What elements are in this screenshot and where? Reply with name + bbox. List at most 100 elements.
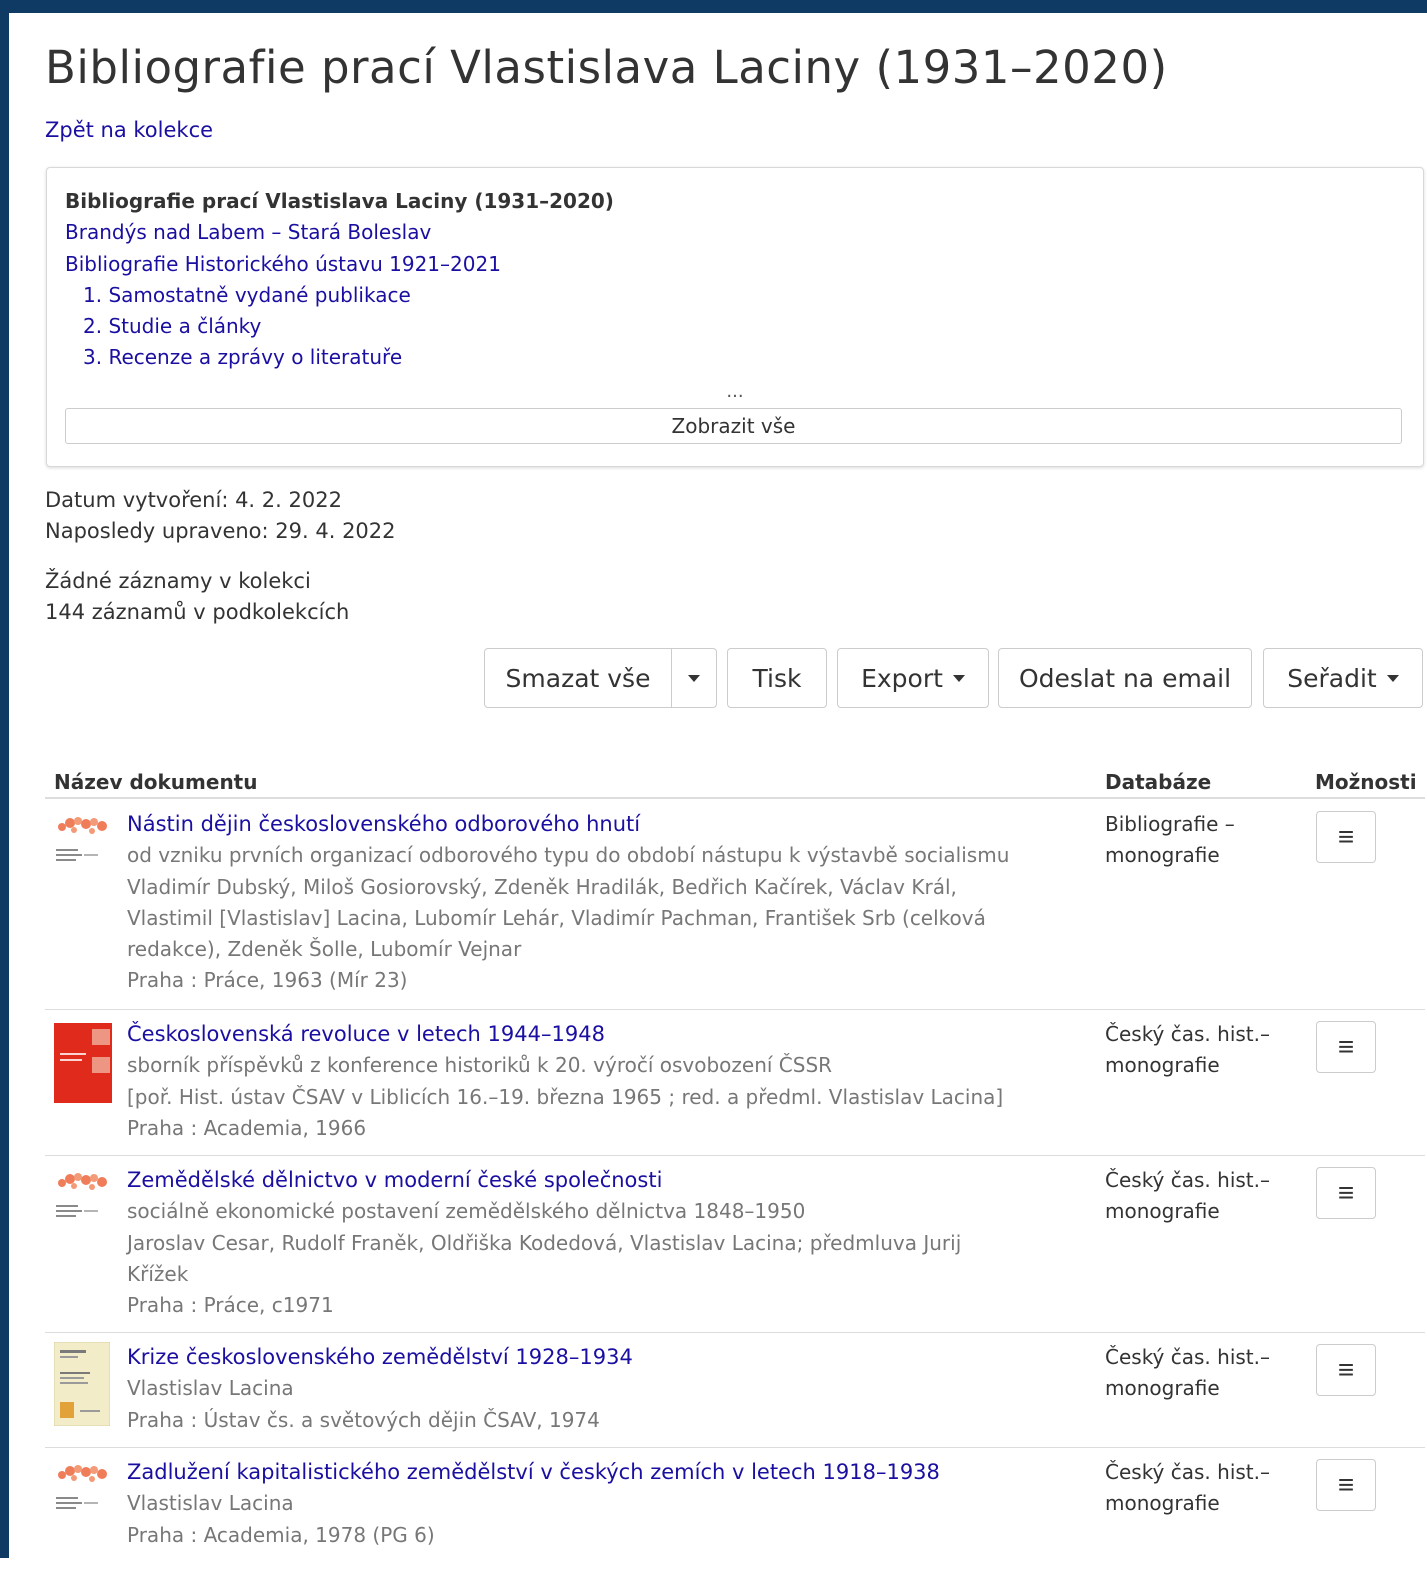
- record-options-menu-button[interactable]: ≡: [1316, 1167, 1376, 1219]
- record-title-link[interactable]: Krize československého zemědělství 1928–…: [127, 1345, 633, 1369]
- database-line: Český čas. hist.–: [1105, 1168, 1270, 1192]
- record-detail-line: Praha : Práce, 1963 (Mír 23): [127, 968, 408, 993]
- created-date: Datum vytvoření: 4. 2. 2022: [45, 488, 342, 512]
- caret-down-icon: [952, 674, 965, 682]
- tree-parent-brandys[interactable]: Brandýs nad Labem – Stará Boleslav: [65, 220, 431, 244]
- caret-down-icon: [1386, 674, 1399, 682]
- hamburger-menu-icon: ≡: [1337, 1469, 1355, 1500]
- record-database: Český čas. hist.– monografie: [1105, 1165, 1270, 1228]
- tree-child-label[interactable]: Samostatně vydané publikace: [108, 283, 410, 307]
- record-options-menu-button[interactable]: ≡: [1316, 1021, 1376, 1073]
- window-frame-left: [0, 0, 9, 1558]
- record-title-link[interactable]: Zadlužení kapitalistického zemědělství v…: [127, 1460, 940, 1484]
- collection-tree: Bibliografie prací Vlastislava Laciny (1…: [65, 186, 614, 374]
- record-detail-line: redakce), Zdeněk Šolle, Lubomír Vejnar: [127, 937, 522, 962]
- sort-label: Seřadit: [1287, 663, 1377, 693]
- results-table-header: Název dokumentu Databáze Možnosti: [45, 755, 1425, 799]
- record-detail-line: Vlastimil [Vlastislav] Lacina, Lubomír L…: [127, 905, 986, 930]
- book-cover-thumbnail[interactable]: [53, 1341, 111, 1427]
- tree-parent-bibliografie-hu[interactable]: Bibliografie Historického ústavu 1921–20…: [65, 252, 501, 276]
- database-line: monografie: [1105, 1376, 1220, 1401]
- database-line: Český čas. hist.–: [1105, 1460, 1270, 1484]
- column-header-title: Název dokumentu: [54, 770, 258, 794]
- tree-child-number: 3.: [83, 345, 103, 370]
- column-header-options: Možnosti: [1315, 770, 1417, 794]
- database-line: monografie: [1105, 1053, 1220, 1078]
- record-detail-line: Vlastislav Lacina: [127, 1376, 294, 1401]
- record-detail-line: [poř. Hist. ústav ČSAV v Liblicích 16.–1…: [127, 1084, 1004, 1109]
- hamburger-menu-icon: ≡: [1337, 821, 1355, 852]
- record-detail-line: Vlastislav Lacina: [127, 1491, 294, 1516]
- record-detail-line: Jaroslav Cesar, Rudolf Franěk, Oldřiška …: [127, 1230, 962, 1255]
- record-title-line: Nástin dějin československého odborového…: [127, 809, 1009, 840]
- table-row: Nástin dějin československého odborového…: [45, 799, 1425, 1010]
- tree-child-1[interactable]: 1. Samostatně vydané publikace: [65, 280, 614, 311]
- record-title-line: Zemědělské dělnictvo v moderní české spo…: [127, 1165, 961, 1196]
- tree-child-3[interactable]: 3. Recenze a zprávy o literatuře: [65, 342, 614, 373]
- record-database: Bibliografie – monografie: [1105, 809, 1235, 872]
- tree-child-2[interactable]: 2. Studie a články: [65, 311, 614, 342]
- library-logo-icon[interactable]: [54, 1169, 112, 1231]
- export-label: Export: [861, 663, 943, 693]
- show-all-button[interactable]: Zobrazit vše: [65, 408, 1402, 444]
- tree-current-collection: Bibliografie prací Vlastislava Laciny (1…: [65, 189, 614, 213]
- record-title-link[interactable]: Československá revoluce v letech 1944–19…: [127, 1022, 605, 1046]
- tree-child-number: 2.: [83, 314, 103, 339]
- window-frame-top: [0, 0, 1427, 13]
- library-logo-icon[interactable]: [54, 813, 112, 875]
- page-title: Bibliografie prací Vlastislava Laciny (1…: [45, 41, 1168, 94]
- record-detail-line: sociálně ekonomické postavení zemědělské…: [127, 1199, 806, 1224]
- record-options-menu-button[interactable]: ≡: [1316, 1344, 1376, 1396]
- database-line: monografie: [1105, 1199, 1220, 1224]
- library-logo-icon[interactable]: [54, 1461, 112, 1523]
- record-options-menu-button[interactable]: ≡: [1316, 811, 1376, 863]
- tree-child-label[interactable]: Recenze a zprávy o literatuře: [108, 345, 402, 369]
- record-title-link[interactable]: Zemědělské dělnictvo v moderní české spo…: [127, 1168, 662, 1192]
- subrecords-count: 144 záznamů v podkolekcích: [45, 600, 350, 624]
- record-detail-line: Praha : Ústav čs. a světových dějin ČSAV…: [127, 1407, 600, 1432]
- record-info: Československá revoluce v letech 1944–19…: [127, 1019, 1003, 1144]
- export-button[interactable]: Export: [837, 648, 989, 708]
- database-line: monografie: [1105, 1491, 1220, 1516]
- record-detail-line: Křížek: [127, 1261, 189, 1286]
- back-to-collections-link[interactable]: Zpět na kolekce: [45, 118, 213, 142]
- record-detail-line: Praha : Academia, 1978 (PG 6): [127, 1522, 435, 1547]
- delete-all-dropdown-button[interactable]: [671, 648, 717, 708]
- record-info: Zemědělské dělnictvo v moderní české spo…: [127, 1165, 961, 1321]
- tree-child-label[interactable]: Studie a články: [108, 314, 261, 338]
- record-database: Český čas. hist.– monografie: [1105, 1342, 1270, 1405]
- record-database: Český čas. hist.– monografie: [1105, 1457, 1270, 1520]
- record-options-menu-button[interactable]: ≡: [1316, 1459, 1376, 1511]
- record-detail-line: od vzniku prvních organizací odborového …: [127, 843, 1010, 868]
- record-title-line: Československá revoluce v letech 1944–19…: [127, 1019, 1003, 1050]
- actions-toolbar: Smazat vše Tisk Export Odeslat na email …: [45, 648, 1425, 710]
- tree-child-number: 1.: [83, 282, 103, 307]
- collection-tree-panel: Bibliografie prací Vlastislava Laciny (1…: [46, 167, 1424, 467]
- modified-date: Naposledy upraveno: 29. 4. 2022: [45, 519, 396, 543]
- hamburger-menu-icon: ≡: [1337, 1354, 1355, 1385]
- sort-button[interactable]: Seřadit: [1263, 648, 1423, 708]
- caret-down-icon: [688, 674, 700, 682]
- print-button[interactable]: Tisk: [727, 648, 827, 708]
- record-detail-line: sborník příspěvků z konference historiků…: [127, 1053, 833, 1078]
- send-email-button[interactable]: Odeslat na email: [998, 648, 1252, 708]
- table-row: Československá revoluce v letech 1944–19…: [45, 1009, 1425, 1156]
- table-row: Zadlužení kapitalistického zemědělství v…: [45, 1447, 1425, 1571]
- record-detail-line: Vladimír Dubský, Miloš Gosiorovský, Zden…: [127, 874, 957, 899]
- record-title-line: Zadlužení kapitalistického zemědělství v…: [127, 1457, 940, 1488]
- book-cover-thumbnail[interactable]: [54, 1023, 112, 1103]
- record-title-line: Krize československého zemědělství 1928–…: [127, 1342, 633, 1373]
- record-title-link[interactable]: Nástin dějin československého odborového…: [127, 812, 640, 836]
- record-info: Zadlužení kapitalistického zemědělství v…: [127, 1457, 940, 1551]
- delete-all-button[interactable]: Smazat vše: [484, 648, 672, 708]
- hamburger-menu-icon: ≡: [1337, 1031, 1355, 1062]
- database-line: Český čas. hist.–: [1105, 1345, 1270, 1369]
- hamburger-menu-icon: ≡: [1337, 1177, 1355, 1208]
- record-counts: Žádné záznamy v kolekci 144 záznamů v po…: [45, 566, 349, 628]
- record-info: Nástin dějin československého odborového…: [127, 809, 1009, 997]
- collection-dates: Datum vytvoření: 4. 2. 2022 Naposledy up…: [45, 485, 396, 547]
- record-detail-line: Praha : Práce, c1971: [127, 1293, 334, 1318]
- database-line: monografie: [1105, 843, 1220, 868]
- tree-ellipsis: ...: [726, 381, 744, 402]
- no-records-text: Žádné záznamy v kolekci: [45, 569, 311, 593]
